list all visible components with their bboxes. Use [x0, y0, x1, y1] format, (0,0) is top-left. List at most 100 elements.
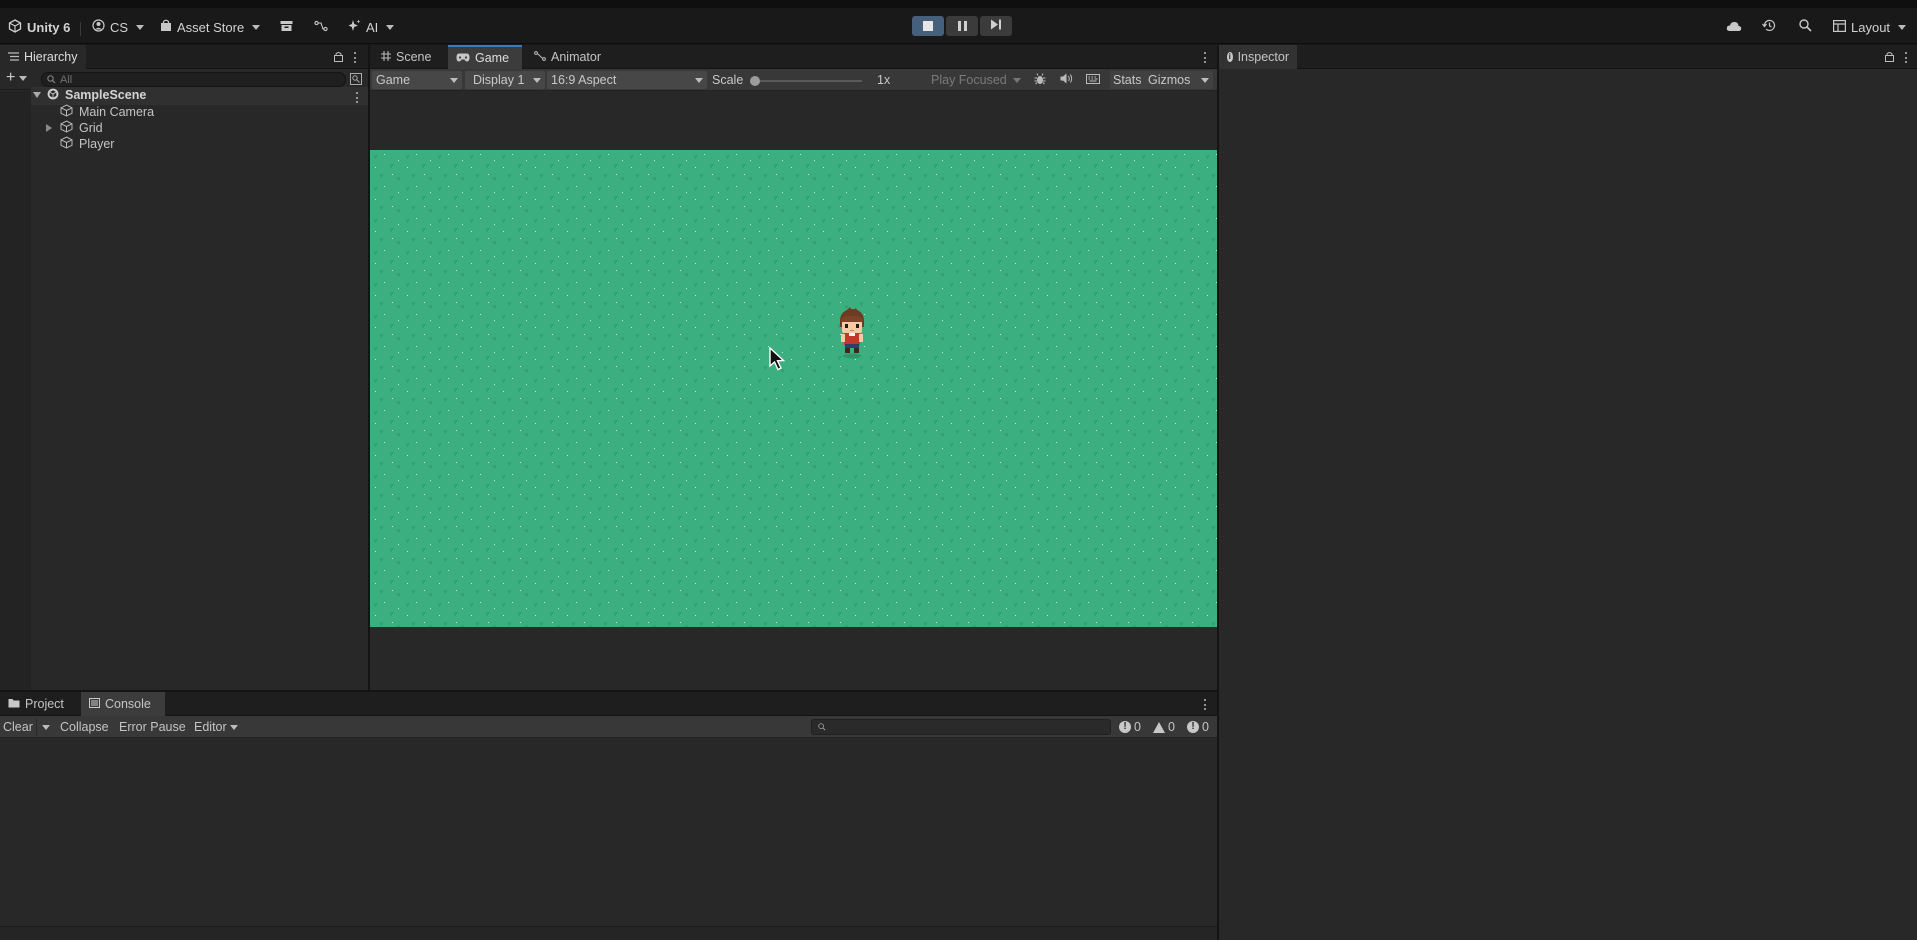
tab-scene[interactable]: Scene [373, 45, 439, 69]
bottom-tabbar: Project Console [0, 692, 1217, 716]
chevron-down-icon [1898, 24, 1907, 30]
info-icon: ! [1119, 721, 1131, 733]
tab-project[interactable]: Project [0, 692, 72, 716]
chevron-down-icon [1013, 78, 1021, 83]
chevron-down-icon [229, 724, 238, 730]
editor-dropdown[interactable]: Editor [191, 718, 241, 736]
scene-search-filter-icon[interactable] [350, 73, 362, 88]
hierarchy-panel: Hierarchy + All SampleScene Main Camera … [0, 45, 368, 690]
stats-button[interactable]: Stats [1110, 71, 1145, 89]
console-search-input[interactable] [811, 719, 1111, 735]
kebab-menu-icon[interactable] [353, 52, 356, 63]
account-dropdown[interactable]: CS [92, 17, 145, 37]
bug-toggle[interactable] [1034, 71, 1046, 89]
tab-console[interactable]: Console [81, 692, 165, 716]
tab-inspector[interactable]: i Inspector [1219, 45, 1297, 69]
asset-store-dropdown[interactable]: Asset Store [160, 17, 261, 37]
error-count-toggle[interactable]: ! 0 [1187, 718, 1209, 736]
player-sprite[interactable] [834, 307, 870, 359]
gameobject-cube-icon [60, 120, 73, 136]
dropdown-label: Game [376, 73, 411, 87]
game-view-dropdown[interactable]: Game [372, 71, 462, 89]
bug-icon [1034, 72, 1046, 88]
bag-icon [160, 19, 172, 35]
collapsed-triangle-icon [46, 124, 52, 132]
game-viewport[interactable] [370, 92, 1217, 690]
grid-hash-icon [381, 50, 391, 64]
cloud-button[interactable] [1726, 17, 1742, 37]
layout-dropdown[interactable]: Layout [1833, 17, 1907, 37]
play-button[interactable] [912, 16, 944, 36]
search-placeholder: All [60, 73, 73, 86]
hierarchy-tabbar: Hierarchy [0, 45, 368, 69]
scale-slider-thumb[interactable] [750, 76, 760, 86]
error-count: 0 [1202, 720, 1209, 734]
history-button[interactable] [1762, 17, 1776, 37]
search-button[interactable] [1799, 17, 1812, 37]
hierarchy-item-label: Grid [79, 121, 103, 135]
keyboard-icon [1086, 73, 1100, 87]
collapse-button[interactable]: Collapse [57, 718, 112, 736]
keyboard-toggle[interactable] [1086, 71, 1100, 89]
kebab-menu-icon[interactable] [1904, 52, 1907, 63]
search-icon [1799, 19, 1812, 35]
package-manager-button[interactable] [280, 17, 293, 37]
info-count-toggle[interactable]: ! 0 [1119, 718, 1141, 736]
unity-logo-icon [8, 18, 22, 36]
scale-value: 1x [877, 71, 890, 89]
history-icon [1762, 19, 1776, 35]
hierarchy-item-grid[interactable]: Grid [46, 120, 103, 136]
tab-game[interactable]: Game [448, 45, 522, 69]
gizmos-label: Gizmos [1148, 73, 1191, 87]
unity-scene-icon [47, 88, 59, 103]
account-icon [92, 19, 105, 35]
aspect-dropdown[interactable]: 16:9 Aspect [547, 71, 707, 89]
audio-toggle[interactable] [1060, 71, 1073, 89]
clear-button[interactable]: Clear [0, 718, 36, 736]
hierarchy-search-input[interactable]: All [41, 72, 346, 87]
ai-dropdown[interactable]: AI [348, 17, 395, 37]
pause-button[interactable] [946, 16, 978, 36]
kebab-menu-icon[interactable] [1203, 699, 1206, 710]
collapse-label: Collapse [60, 720, 109, 734]
play-focused-dropdown[interactable]: Play Focused [919, 71, 1025, 89]
step-button[interactable] [980, 16, 1012, 36]
scene-kebab-icon[interactable] [355, 92, 358, 103]
scale-label: Scale [712, 71, 743, 89]
stats-label: Stats [1113, 73, 1142, 87]
tab-animator[interactable]: Animator [526, 45, 609, 69]
animator-icon [534, 50, 546, 64]
tab-hierarchy[interactable]: Hierarchy [0, 45, 86, 69]
tab-label: Game [475, 51, 510, 65]
dropdown-label: 16:9 Aspect [551, 73, 617, 87]
lock-icon[interactable] [1885, 51, 1894, 65]
version-control-icon [314, 20, 328, 35]
scene-row[interactable]: SampleScene [33, 87, 146, 103]
display-dropdown[interactable]: Display 1 [465, 71, 545, 89]
chevron-down-icon [386, 24, 395, 30]
error-pause-button[interactable]: Error Pause [116, 718, 189, 736]
gizmos-dropdown[interactable]: Gizmos [1145, 71, 1213, 89]
clear-options-dropdown[interactable] [36, 718, 52, 736]
unity-account-button[interactable]: Unity 6 [8, 17, 70, 37]
create-button[interactable]: + [6, 70, 28, 86]
hierarchy-item-label: Player [79, 137, 115, 151]
sparkle-icon [348, 19, 361, 35]
inspector-tab-label: Inspector [1237, 50, 1289, 64]
scale-slider-track[interactable] [752, 80, 862, 82]
game-view-toolbar: Game Display 1 16:9 Aspect Scale 1x Play… [370, 69, 1217, 91]
expanded-triangle-icon [33, 92, 41, 98]
inspector-tabbar: i Inspector [1219, 45, 1917, 69]
layout-icon [1833, 19, 1847, 35]
grass-tile-background [370, 150, 1217, 627]
hierarchy-item-main-camera[interactable]: Main Camera [60, 104, 154, 120]
version-control-button[interactable] [314, 17, 328, 37]
lock-icon[interactable] [334, 51, 343, 65]
kebab-menu-icon[interactable] [1203, 52, 1206, 63]
tab-label: Project [25, 697, 64, 711]
warning-count-toggle[interactable]: 0 [1153, 718, 1175, 736]
warning-icon [1153, 721, 1165, 733]
game-render-area[interactable] [370, 150, 1217, 627]
hierarchy-item-player[interactable]: Player [60, 136, 114, 152]
console-toolbar: Clear Collapse Error Pause Editor ! 0 0 … [0, 716, 1217, 738]
